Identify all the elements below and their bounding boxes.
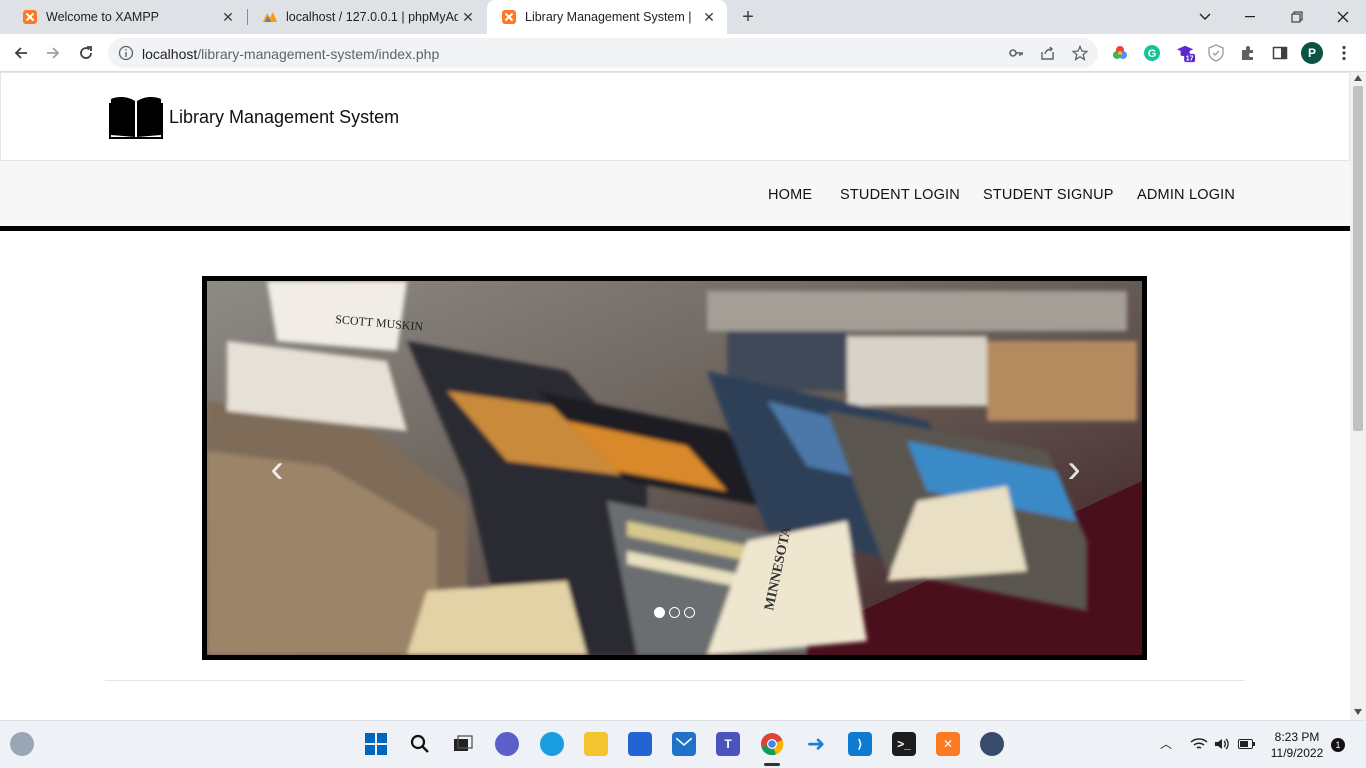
profile-avatar[interactable]: P	[1301, 42, 1323, 64]
carousel-indicator-3[interactable]	[684, 607, 695, 618]
new-tab-button[interactable]: +	[737, 6, 759, 28]
svg-text:G: G	[1148, 48, 1157, 60]
forward-button[interactable]	[38, 38, 68, 68]
puzzle-extensions-icon[interactable]	[1238, 43, 1258, 63]
volume-icon[interactable]	[1214, 737, 1230, 751]
teams-icon[interactable]: T	[716, 732, 740, 756]
tab-xampp[interactable]: Welcome to XAMPP ✕	[8, 0, 246, 34]
site-header: Library Management System	[0, 72, 1350, 161]
reload-button[interactable]	[71, 38, 101, 68]
xampp-icon[interactable]: ✕	[936, 732, 960, 756]
tab-title: localhost / 127.0.0.1 | phpMyAdmin	[286, 10, 458, 24]
open-book-icon	[109, 96, 163, 139]
clock-time: 8:23 PM	[1274, 730, 1320, 744]
arrow-right-icon	[47, 47, 60, 59]
carousel-indicators	[654, 607, 695, 618]
carousel-prev-arrow[interactable]: ‹	[262, 449, 292, 489]
site-title[interactable]: Library Management System	[169, 107, 399, 128]
search-icon[interactable]	[408, 732, 432, 756]
carousel-indicator-2[interactable]	[669, 607, 680, 618]
tab-search-icon[interactable]	[1182, 0, 1228, 34]
carousel-next-arrow[interactable]: ›	[1059, 449, 1089, 489]
close-window-button[interactable]	[1320, 0, 1366, 34]
content-divider	[105, 680, 1245, 681]
terminal-icon[interactable]: >_	[892, 732, 916, 756]
tab-phpmyadmin[interactable]: localhost / 127.0.0.1 | phpMyAdmin ✕	[248, 0, 486, 34]
scroll-up-icon	[1354, 75, 1362, 81]
nav-student-login[interactable]: STUDENT LOGIN	[840, 187, 960, 203]
notification-badge[interactable]: 1	[1331, 738, 1345, 752]
clock-date: 11/9/2022	[1270, 746, 1324, 760]
vscode-icon[interactable]: ⟩	[848, 732, 872, 756]
tab-library[interactable]: Library Management System | ✕	[487, 0, 727, 34]
restore-button[interactable]	[1274, 0, 1320, 34]
battery-icon[interactable]	[1238, 739, 1256, 749]
page-scrollbar[interactable]	[1350, 72, 1366, 720]
nav-admin-login[interactable]: ADMIN LOGIN	[1137, 187, 1235, 203]
media-player-icon[interactable]	[980, 732, 1004, 756]
minimize-button[interactable]	[1228, 0, 1274, 34]
arrow-left-icon	[14, 47, 27, 59]
store-icon[interactable]	[628, 732, 652, 756]
browser-tab-bar: Welcome to XAMPP ✕ localhost / 127.0.0.1…	[0, 0, 1366, 34]
phpmyadmin-icon	[263, 12, 277, 22]
reload-icon	[80, 46, 92, 59]
web-page: Library Management System HOME STUDENT L…	[0, 72, 1350, 720]
url-path: /library-management-system/index.php	[197, 46, 440, 62]
extension-badge: 17	[1186, 54, 1194, 63]
tab-title: Library Management System |	[525, 10, 692, 24]
close-tab-icon[interactable]: ✕	[699, 7, 719, 27]
shield-extension-icon[interactable]	[1206, 43, 1226, 63]
active-app-indicator	[764, 763, 780, 766]
chevron-up-icon[interactable]: ︿	[1160, 735, 1172, 752]
main-navigation: HOME STUDENT LOGIN STUDENT SIGNUP ADMIN …	[0, 161, 1350, 231]
chat-icon[interactable]	[495, 732, 519, 756]
close-tab-icon[interactable]: ✕	[218, 7, 238, 27]
chrome-icon[interactable]	[760, 732, 784, 756]
nav-student-signup[interactable]: STUDENT SIGNUP	[983, 187, 1114, 203]
close-tab-icon[interactable]: ✕	[458, 7, 478, 27]
share-icon[interactable]	[1040, 45, 1056, 61]
carousel-slide-image: SCOTT MUSKIN MINNESOTA	[207, 281, 1142, 655]
edge-icon[interactable]	[540, 732, 564, 756]
star-icon[interactable]	[1072, 45, 1088, 61]
back-button[interactable]	[6, 38, 36, 68]
url-host: localhost	[142, 46, 198, 62]
side-panel-icon[interactable]	[1270, 43, 1290, 63]
windows-taskbar: T ➜ ⟩ >_ ✕ ︿ 8:23 PM 11/9/2022 1	[0, 720, 1366, 768]
weather-icon[interactable]	[10, 732, 34, 756]
xampp-icon	[502, 10, 516, 24]
xampp-icon	[23, 10, 37, 24]
start-button[interactable]	[364, 732, 388, 756]
browser-toolbar: localhost/library-management-system/inde…	[0, 34, 1366, 72]
task-view-icon[interactable]	[451, 732, 475, 756]
tab-title: Welcome to XAMPP	[46, 10, 160, 24]
url-text[interactable]: localhost/library-management-system/inde…	[142, 46, 439, 62]
system-clock[interactable]: 8:23 PM 11/9/2022	[1266, 729, 1328, 761]
scroll-down-icon	[1354, 709, 1362, 715]
address-bar[interactable]: localhost/library-management-system/inde…	[108, 38, 1098, 68]
mysql-workbench-icon[interactable]: ➜	[804, 731, 828, 756]
menu-kebab-icon[interactable]	[1334, 43, 1354, 63]
info-icon[interactable]	[118, 45, 134, 61]
grammarly-icon[interactable]: G	[1142, 43, 1162, 63]
carousel-indicator-1[interactable]	[654, 607, 665, 618]
windows-logo-icon	[365, 733, 387, 755]
color-picker-extension-icon[interactable]	[1110, 43, 1130, 63]
wifi-icon[interactable]	[1190, 737, 1208, 751]
file-explorer-icon[interactable]	[584, 732, 608, 756]
mail-icon[interactable]	[672, 732, 696, 756]
key-icon[interactable]	[1008, 45, 1024, 61]
graduation-cap-extension-icon[interactable]: 17	[1176, 43, 1196, 63]
image-carousel[interactable]: SCOTT MUSKIN MINNESOTA ‹ ›	[202, 276, 1147, 660]
nav-home[interactable]: HOME	[768, 187, 812, 203]
scroll-thumb[interactable]	[1353, 86, 1363, 431]
